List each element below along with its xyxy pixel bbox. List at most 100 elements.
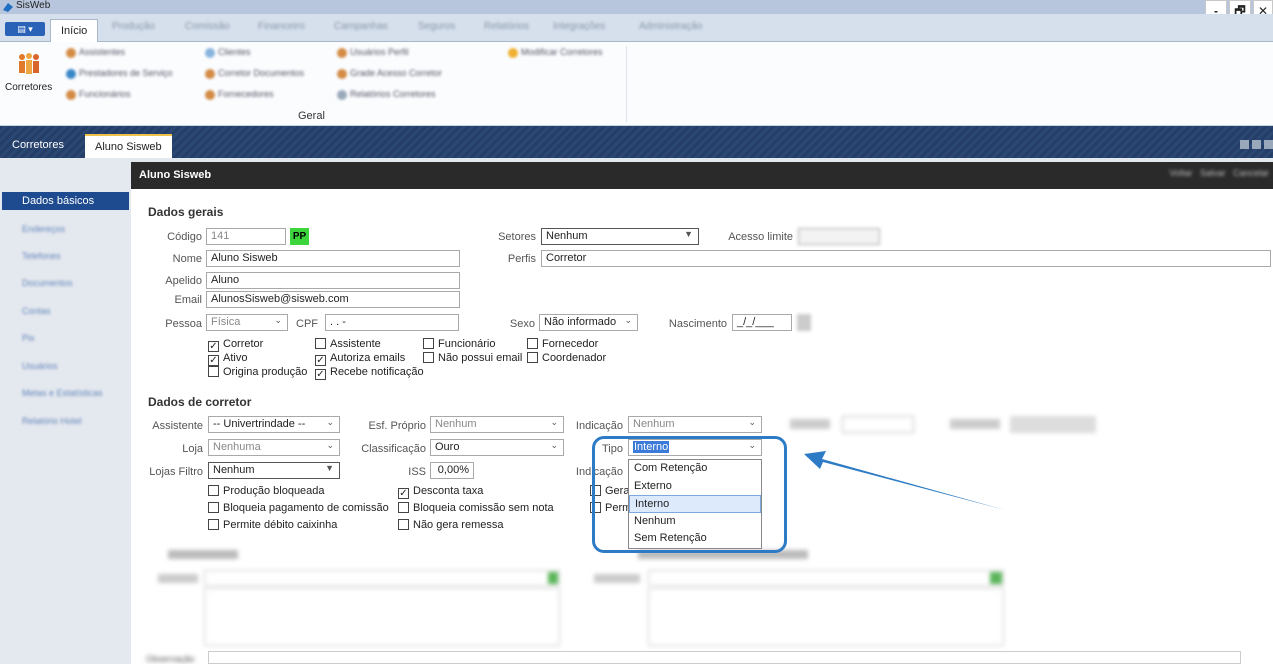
calendar-icon[interactable] bbox=[797, 314, 811, 331]
doc-tab-corretores[interactable]: Corretores bbox=[2, 134, 74, 158]
nome-field[interactable]: Aluno Sisweb bbox=[206, 250, 460, 267]
ribbon-item-grade-acesso[interactable]: Grade Acesso Corretor bbox=[337, 68, 442, 82]
tab-financeiro[interactable]: Financeiro bbox=[258, 21, 305, 37]
cpf-label: CPF bbox=[296, 318, 318, 330]
perfis-field[interactable]: Corretor bbox=[541, 250, 1271, 267]
tab-scroll-right-icon[interactable] bbox=[1252, 140, 1261, 149]
window-title: SisWeb bbox=[16, 0, 51, 11]
nav-item-dados-basicos[interactable]: Dados básicos bbox=[2, 192, 129, 210]
iss-label: ISS bbox=[408, 466, 426, 478]
nascimento-label: Nascimento bbox=[668, 318, 727, 330]
checkbox-autoriza-emails[interactable]: ✓ Autoriza emails bbox=[315, 352, 405, 366]
classificacao-select[interactable]: Ouro ⌄ bbox=[430, 439, 564, 456]
ribbon-item-fornecedores[interactable]: Fornecedores bbox=[205, 89, 274, 103]
corretores-button[interactable]: Corretores bbox=[5, 82, 52, 93]
checkbox-origina-producao[interactable]: Origina produção bbox=[208, 366, 307, 379]
document-tab-bar: Corretores Aluno Sisweb bbox=[0, 126, 1273, 158]
tab-producao[interactable]: Produção bbox=[112, 21, 155, 37]
checkbox-coordenador[interactable]: Coordenador bbox=[527, 352, 606, 365]
nome-label: Nome bbox=[172, 253, 202, 265]
pessoa-select[interactable]: Física ⌄ bbox=[206, 314, 288, 331]
nascimento-field[interactable]: _/_/___ bbox=[732, 314, 792, 331]
nav-item-telefones[interactable]: Telefones bbox=[2, 247, 129, 265]
ribbon: Corretores Assistentes Prestadores de Se… bbox=[0, 42, 1273, 126]
ribbon-tab-bar: ▤ ▾ Início Produção Comissão Financeiro … bbox=[0, 14, 1273, 43]
ribbon-item-relatorios[interactable]: Relatórios Corretores bbox=[337, 89, 436, 103]
tab-relatorios[interactable]: Relatórios bbox=[484, 21, 529, 37]
tab-campanhas[interactable]: Campanhas bbox=[334, 21, 388, 37]
nav-item-usuarios[interactable]: Usuários bbox=[2, 357, 129, 375]
email-field[interactable]: AlunosSisweb@sisweb.com bbox=[206, 291, 460, 308]
esf-proprio-label: Esf. Próprio bbox=[368, 420, 426, 432]
panel-actions[interactable]: Voltar Salvar Cancelar bbox=[1079, 168, 1269, 182]
cpf-field[interactable]: . . - bbox=[325, 314, 459, 331]
app-menu-button[interactable]: ▤ ▾ bbox=[5, 22, 45, 36]
checkbox-corretor[interactable]: ✓ Corretor bbox=[208, 338, 263, 352]
left-nav: Dados básicos Endereços Telefones Docume… bbox=[0, 158, 131, 664]
tab-administracao[interactable]: Administração bbox=[639, 21, 702, 37]
annotation-arrow-icon bbox=[804, 451, 1005, 510]
codigo-label: Código bbox=[167, 231, 202, 243]
panel-title: Aluno Sisweb bbox=[139, 169, 212, 181]
chevron-down-icon: ⌄ bbox=[326, 440, 334, 450]
ribbon-item-clientes[interactable]: Clientes bbox=[205, 47, 251, 61]
nav-item-metas[interactable]: Metas e Estatísticas bbox=[2, 384, 129, 402]
setores-select[interactable]: Nenhum ▼ bbox=[541, 228, 699, 245]
ribbon-item-prestadores[interactable]: Prestadores de Serviço bbox=[66, 68, 173, 82]
apelido-field[interactable]: Aluno bbox=[206, 272, 460, 289]
indicacao-select[interactable]: Nenhum ⌄ bbox=[628, 416, 762, 433]
classificacao-label: Classificação bbox=[361, 443, 426, 455]
checkbox-bloqueia-pagamento[interactable]: Bloqueia pagamento de comissão bbox=[208, 502, 389, 515]
ribbon-item-usuarios-perfil[interactable]: Usuários Perfil bbox=[337, 47, 409, 61]
nav-item-contas[interactable]: Contas bbox=[2, 302, 129, 320]
chevron-down-icon: ⌄ bbox=[274, 315, 282, 325]
caret-down-icon: ▼ bbox=[325, 463, 334, 473]
checkbox-assistente[interactable]: Assistente bbox=[315, 338, 381, 351]
email-label: Email bbox=[174, 294, 202, 306]
ribbon-group-separator bbox=[626, 46, 627, 122]
checkbox-fornecedor[interactable]: Fornecedor bbox=[527, 338, 598, 351]
ribbon-item-funcionarios[interactable]: Funcionários bbox=[66, 89, 131, 103]
tab-seguros[interactable]: Seguros bbox=[418, 21, 455, 37]
tab-integracoes[interactable]: Integrações bbox=[553, 21, 605, 37]
iss-field[interactable]: 0,00% bbox=[430, 462, 474, 479]
nav-item-documentos[interactable]: Documentos bbox=[2, 274, 129, 292]
tab-scroll-left-icon[interactable] bbox=[1240, 140, 1249, 149]
acesso-limite-label: Acesso limite bbox=[728, 231, 793, 243]
loja-select[interactable]: Nenhuma ⌄ bbox=[208, 439, 340, 456]
sexo-select[interactable]: Não informado ⌄ bbox=[539, 314, 638, 331]
checkbox-ativo[interactable]: ✓ Ativo bbox=[208, 352, 247, 366]
tab-comissao[interactable]: Comissão bbox=[185, 21, 229, 37]
section-dados-gerais: Dados gerais bbox=[148, 205, 224, 219]
section-dados-corretor: Dados de corretor bbox=[148, 395, 252, 409]
sexo-label: Sexo bbox=[509, 318, 535, 330]
checkbox-recebe-notificacao[interactable]: ✓ Recebe notificação bbox=[315, 366, 424, 380]
chevron-down-icon: ⌄ bbox=[748, 417, 756, 427]
checkbox-nao-gera-remessa[interactable]: Não gera remessa bbox=[398, 519, 504, 532]
observacao-field[interactable] bbox=[208, 651, 1241, 664]
blurred-section-left bbox=[150, 548, 570, 648]
ribbon-item-corretor-documentos[interactable]: Corretor Documentos bbox=[205, 68, 304, 82]
pessoa-label: Pessoa bbox=[165, 318, 202, 330]
acesso-limite-field[interactable] bbox=[798, 228, 880, 245]
checkbox-permite-debito[interactable]: Permite débito caixinha bbox=[208, 519, 337, 532]
nav-item-enderecos[interactable]: Endereços bbox=[2, 220, 129, 238]
assistente-select[interactable]: -- Univertrindade -- ⌄ bbox=[208, 416, 340, 433]
checkbox-bloqueia-comissao[interactable]: Bloqueia comissão sem nota bbox=[398, 502, 554, 515]
lojas-filtro-label: Lojas Filtro bbox=[149, 466, 203, 478]
doc-tab-aluno-sisweb[interactable]: Aluno Sisweb bbox=[85, 134, 172, 158]
checkbox-desconta-taxa[interactable]: ✓ Desconta taxa bbox=[398, 485, 483, 499]
ribbon-item-assistentes[interactable]: Assistentes bbox=[66, 47, 125, 61]
nav-item-relatorio[interactable]: Relatório Hotel bbox=[2, 412, 129, 430]
ribbon-item-modificar[interactable]: Modificar Corretores bbox=[508, 47, 603, 61]
chevron-down-icon: ⌄ bbox=[624, 315, 632, 325]
lojas-filtro-select[interactable]: Nenhum ▼ bbox=[208, 462, 340, 479]
nav-item-pix[interactable]: Pix bbox=[2, 329, 129, 347]
tab-inicio[interactable]: Início bbox=[50, 19, 99, 43]
checkbox-nao-possui-email[interactable]: Não possui email bbox=[423, 352, 522, 365]
checkbox-funcionario[interactable]: Funcionário bbox=[423, 338, 495, 351]
esf-proprio-select[interactable]: Nenhum ⌄ bbox=[430, 416, 564, 433]
tab-close-icon[interactable] bbox=[1264, 140, 1273, 149]
checkbox-producao-bloqueada[interactable]: Produção bloqueada bbox=[208, 485, 325, 498]
panel-header: Aluno Sisweb Voltar Salvar Cancelar bbox=[131, 162, 1273, 189]
